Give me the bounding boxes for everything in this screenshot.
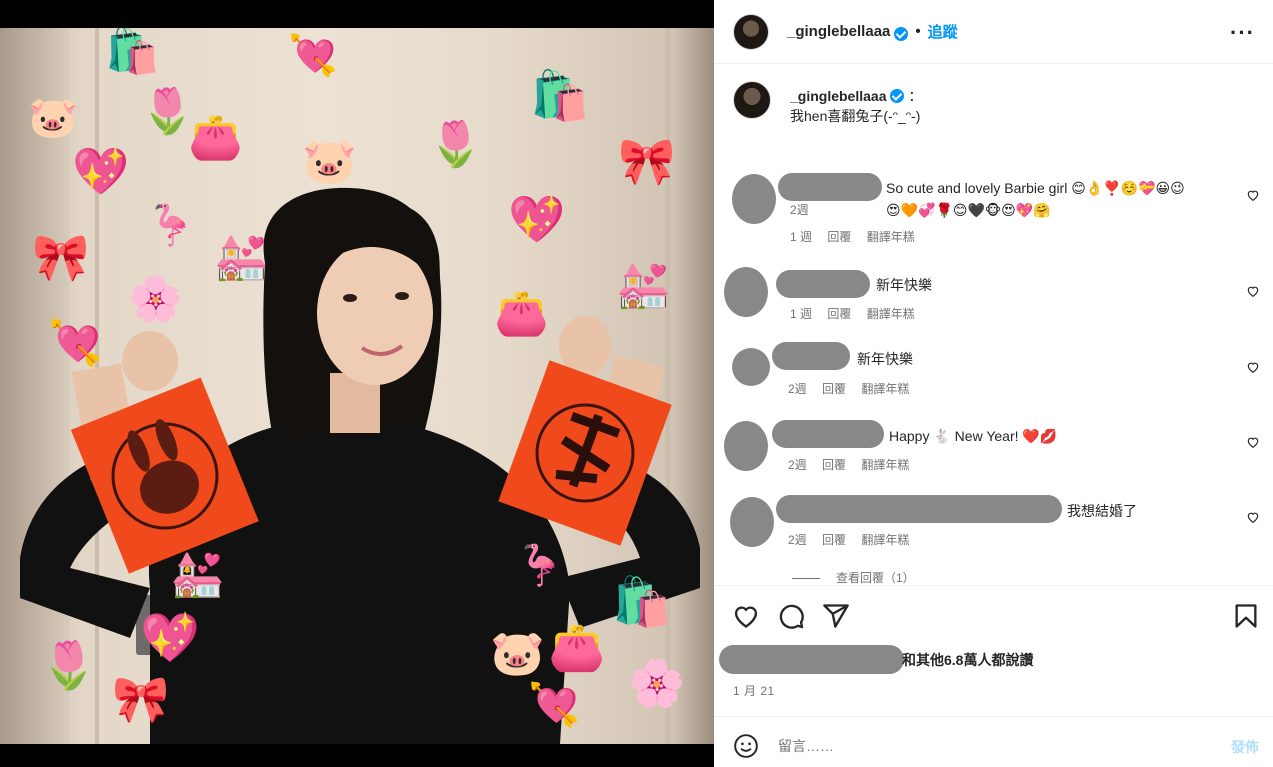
comment-time[interactable]: 1 週 — [790, 230, 812, 244]
wedding-chapel-sticker: 💒 — [616, 260, 671, 311]
sparkling-heart-sticker: 💖 — [140, 610, 200, 666]
purse-sticker: 👛 — [494, 288, 549, 339]
translate-button[interactable]: 翻譯年糕 — [861, 458, 909, 472]
flamingo-sticker: 🦩 — [515, 543, 565, 589]
comment-time[interactable]: 2週 — [788, 533, 807, 547]
post-details-panel: _ginglebellaaa • 追蹤 ··· _ginglebellaaa ：… — [714, 0, 1273, 767]
verified-badge-icon — [894, 26, 909, 41]
comment-text: So cute and lovely Barbie girl 😊👌❣️☺️💝😀😉… — [886, 180, 1185, 218]
wedding-chapel-sticker: 💒 — [214, 232, 269, 283]
post-media[interactable]: 🛍️ 💘 🐷 🌷 👛 🐷 🌷 🛍️ 🎀 💖 🦩 💖 🎀 💒 💒 🌸 👛 💘 💒 … — [0, 0, 714, 767]
caption-time: 2週 — [790, 203, 809, 217]
cherry-blossom-sticker: 🌸 — [128, 274, 183, 325]
purse-sticker: 👛 — [188, 112, 243, 163]
comment-username-redacted[interactable] — [772, 342, 850, 370]
liker-username-redacted[interactable] — [719, 645, 904, 674]
caption-avatar[interactable] — [733, 81, 771, 119]
comment-text: Happy 🐇 New Year! ❤️💋 — [889, 428, 1058, 444]
translate-button[interactable]: 翻譯年糕 — [867, 230, 915, 244]
share-icon[interactable] — [822, 602, 850, 630]
comments-list[interactable]: _ginglebellaaa ： 我hen喜翻兔子(-ᵔ_ᵔ-) 2週 So c… — [714, 65, 1273, 585]
avatar[interactable] — [724, 421, 768, 471]
tulip-sticker: 🌷 — [40, 638, 98, 692]
heart-arrow-sticker: 💘 — [528, 680, 581, 729]
avatar[interactable] — [724, 267, 768, 317]
flamingo-sticker: 🦩 — [146, 203, 196, 249]
reply-button[interactable]: 回覆 — [822, 382, 846, 396]
shopping-bags-sticker: 🛍️ — [612, 574, 672, 630]
heart-icon[interactable] — [732, 602, 760, 630]
post-comment-button[interactable]: 發佈 — [1231, 737, 1259, 757]
pig-sticker: 🐷 — [302, 136, 357, 187]
comment-text: 新年快樂 — [857, 351, 913, 367]
translate-button[interactable]: 翻譯年糕 — [867, 307, 915, 321]
caption-colon: ： — [908, 88, 923, 104]
comment-meta: 1 週 回覆 翻譯年糕 — [790, 305, 927, 322]
pig-sticker: 🐷 — [490, 628, 545, 679]
comment-meta: 1 週 回覆 翻譯年糕 — [790, 228, 927, 245]
comment-meta: 2週 回覆 翻譯年糕 — [788, 531, 921, 548]
heart-arrow-sticker: 💘 — [288, 33, 338, 79]
like-comment-heart-icon[interactable] — [1246, 435, 1260, 449]
more-options-icon[interactable]: ··· — [1230, 20, 1255, 46]
comment-icon[interactable] — [777, 602, 805, 630]
avatar[interactable] — [733, 13, 769, 50]
post-photo[interactable]: 🛍️ 💘 🐷 🌷 👛 🐷 🌷 🛍️ 🎀 💖 🦩 💖 🎀 💒 💒 🌸 👛 💘 💒 … — [0, 28, 714, 744]
separator-dot: • — [915, 23, 921, 40]
header-username[interactable]: _ginglebellaaa — [787, 23, 890, 40]
ribbon-sticker: 🎀 — [32, 230, 90, 284]
woman-holding-red-papers — [20, 187, 700, 744]
smile-icon[interactable] — [733, 733, 759, 759]
like-comment-heart-icon[interactable] — [1246, 360, 1260, 374]
avatar[interactable] — [732, 348, 770, 386]
cherry-blossom-sticker: 🌸 — [628, 656, 686, 710]
comment-username-redacted[interactable] — [772, 420, 884, 448]
sparkling-heart-sticker: 💖 — [508, 192, 566, 246]
translate-button[interactable]: 翻譯年糕 — [861, 382, 909, 396]
view-replies-button[interactable]: 查看回覆（1） — [792, 569, 915, 585]
reply-button[interactable]: 回覆 — [822, 533, 846, 547]
shopping-bags-sticker: 🛍️ — [530, 68, 590, 124]
post-header: _ginglebellaaa • 追蹤 ··· — [714, 0, 1273, 64]
caption-text: 我hen喜翻兔子(-ᵔ_ᵔ-) — [790, 108, 921, 124]
shopping-bags-sticker: 🛍️ — [105, 28, 160, 77]
comment-username-redacted[interactable] — [776, 270, 870, 298]
reply-button[interactable]: 回覆 — [822, 458, 846, 472]
tulip-sticker: 🌷 — [140, 86, 195, 137]
comment-username-redacted[interactable] — [778, 173, 882, 201]
purse-sticker: 👛 — [548, 620, 606, 674]
reply-button[interactable]: 回覆 — [827, 230, 851, 244]
ribbon-sticker: 🎀 — [112, 672, 170, 726]
likes-count[interactable]: 和其他6.8萬人都說讚 — [902, 650, 1033, 670]
follow-button[interactable]: 追蹤 — [928, 21, 958, 42]
ribbon-sticker: 🎀 — [618, 134, 676, 188]
wedding-chapel-sticker: 💒 — [170, 549, 225, 600]
comment-time[interactable]: 2週 — [788, 382, 807, 396]
caption-username[interactable]: _ginglebellaaa — [790, 88, 886, 104]
comment-username-redacted[interactable] — [776, 495, 1062, 523]
heart-arrow-sticker: 💘 — [48, 318, 103, 369]
comment-input[interactable] — [778, 731, 1198, 761]
comment-time[interactable]: 1 週 — [790, 307, 812, 321]
verified-badge-icon — [890, 89, 905, 103]
like-comment-heart-icon[interactable] — [1246, 510, 1260, 524]
comment-meta: 2週 回覆 翻譯年糕 — [788, 380, 921, 397]
comment-time[interactable]: 2週 — [788, 458, 807, 472]
comment-text: 我想結婚了 — [1067, 503, 1137, 519]
reply-button[interactable]: 回覆 — [827, 307, 851, 321]
post-actions: 和其他6.8萬人都說讚 1 月 21 — [714, 585, 1273, 715]
tulip-sticker: 🌷 — [428, 119, 483, 170]
like-comment-heart-icon[interactable] — [1246, 284, 1260, 298]
comment-meta: 2週 回覆 翻譯年糕 — [788, 456, 921, 473]
avatar[interactable] — [732, 174, 776, 224]
pig-sticker: 🐷 — [28, 95, 78, 141]
post-date[interactable]: 1 月 21 — [733, 682, 775, 699]
comment-composer: 發佈 — [714, 716, 1273, 767]
like-comment-heart-icon[interactable] — [1246, 188, 1260, 202]
sparkling-heart-sticker: 💖 — [72, 144, 130, 198]
comment-text: 新年快樂 — [876, 277, 932, 293]
avatar[interactable] — [730, 497, 774, 547]
translate-button[interactable]: 翻譯年糕 — [861, 533, 909, 547]
bookmark-icon[interactable] — [1232, 602, 1260, 630]
